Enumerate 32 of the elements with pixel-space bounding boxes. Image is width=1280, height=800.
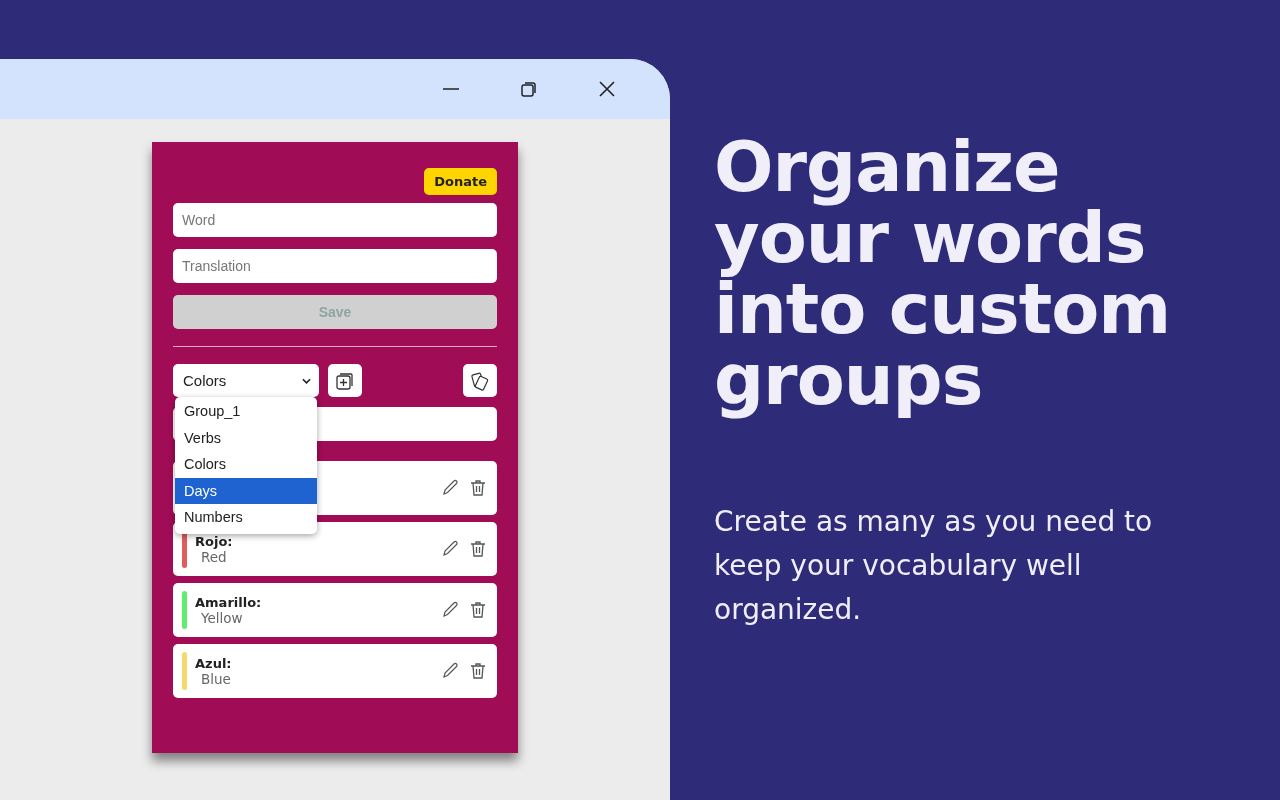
dropdown-option[interactable]: Colors [175,451,317,478]
save-button: Save [173,295,497,329]
trash-icon[interactable] [468,600,488,620]
dropdown-option[interactable]: Verbs [175,424,317,451]
donate-button[interactable]: Donate [424,168,497,195]
trash-icon[interactable] [468,478,488,498]
trash-icon[interactable] [468,661,488,681]
restore-icon[interactable] [520,80,538,98]
word-field[interactable]: Word [173,203,497,237]
translation-text: Blue [200,670,232,687]
pencil-icon[interactable] [440,539,460,559]
word-text: Amarillo: [195,594,263,610]
dropdown-option[interactable]: Group_1 [175,398,317,425]
close-icon[interactable] [598,80,616,98]
flashcards-button[interactable] [463,364,497,397]
dropdown-option[interactable]: Days [175,477,317,504]
word-text: Azul: [195,655,233,671]
pencil-icon[interactable] [440,478,460,498]
pencil-icon[interactable] [440,600,460,620]
word-text: Rojo: [195,533,234,549]
trash-icon[interactable] [468,539,488,559]
description: Create as many as you need to keep your vocabulary well organized. [714,504,1154,628]
add-group-button[interactable] [328,364,362,397]
translation-text: Red [201,548,227,565]
translation-field[interactable]: Translation [173,249,497,283]
chevron-icon [302,377,311,384]
add-icon [335,370,355,391]
pencil-icon[interactable] [440,661,460,681]
cards-icon [470,370,490,391]
dropdown-option[interactable]: Numbers [175,504,317,531]
group-select[interactable]: Colors [173,364,319,397]
translation-text: Yellow [200,609,244,626]
